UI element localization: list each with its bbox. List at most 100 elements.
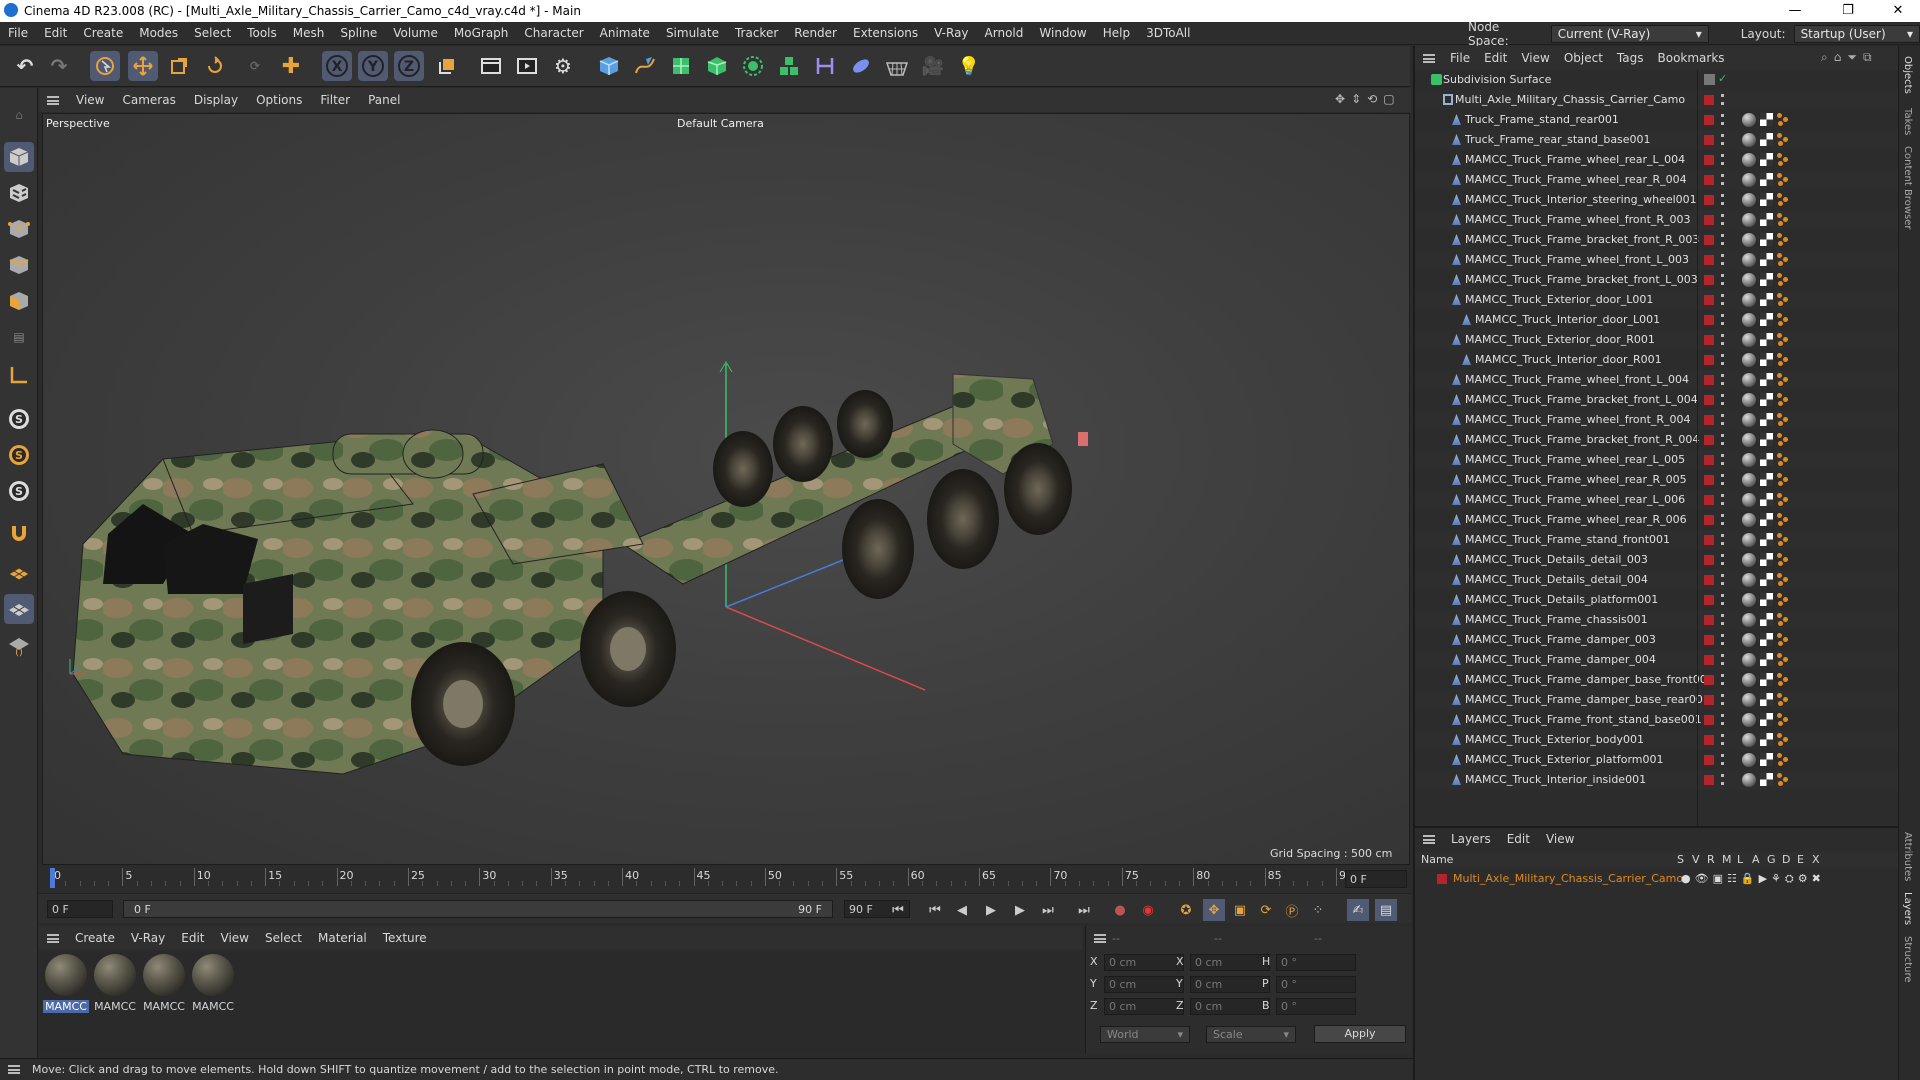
texture-tag-icon[interactable]: [1760, 713, 1773, 726]
material-tag-icon[interactable]: [1742, 173, 1756, 187]
material-tag-icon[interactable]: [1742, 293, 1756, 307]
texture-tag-icon[interactable]: [1760, 313, 1773, 326]
uv-mode-icon[interactable]: ▤: [4, 322, 34, 352]
vray-tag-icon[interactable]: [1777, 553, 1790, 566]
object-row[interactable]: MAMCC_Truck_Interior_door_R001: [1415, 350, 1900, 370]
layer-color-tag[interactable]: [1704, 295, 1714, 305]
object-row[interactable]: MAMCC_Truck_Frame_front_stand_base001: [1415, 710, 1900, 730]
scale-dropdown[interactable]: Scale ▾: [1206, 1026, 1296, 1043]
dolly-icon[interactable]: ⇕: [1351, 92, 1361, 108]
layer-color-tag[interactable]: [1704, 595, 1714, 605]
menu-create[interactable]: Create: [75, 26, 131, 40]
new-window-icon[interactable]: ⧉: [1863, 50, 1872, 65]
x-axis-lock-icon[interactable]: X: [322, 51, 352, 81]
tab-takes[interactable]: Takes: [1902, 108, 1913, 135]
model-mode-icon[interactable]: [4, 142, 34, 172]
texture-tag-icon[interactable]: [1760, 413, 1773, 426]
hamburger-menu-icon[interactable]: [8, 1065, 20, 1074]
home-icon[interactable]: ⌂: [1834, 50, 1842, 65]
object-row[interactable]: MAMCC_Truck_Interior_door_L001: [1415, 310, 1900, 330]
cloner-icon[interactable]: [738, 51, 768, 81]
texture-tag-icon[interactable]: [1760, 293, 1773, 306]
add-object-icon[interactable]: ✚: [276, 51, 306, 81]
object-menu-bookmarks[interactable]: Bookmarks: [1651, 51, 1732, 65]
object-row[interactable]: MAMCC_Truck_Exterior_door_L001: [1415, 290, 1900, 310]
checkmark-icon[interactable]: ✓: [1718, 72, 1727, 85]
vray-tag-icon[interactable]: [1777, 513, 1790, 526]
key-rotation-icon[interactable]: ⟳: [1255, 899, 1277, 921]
texture-tag-icon[interactable]: [1760, 213, 1773, 226]
object-row[interactable]: MAMCC_Truck_Exterior_body001: [1415, 730, 1900, 750]
menu-window[interactable]: Window: [1031, 26, 1094, 40]
visibility-dots-icon[interactable]: [1721, 214, 1724, 226]
layer-color-tag[interactable]: [1704, 115, 1714, 125]
texture-tag-icon[interactable]: [1760, 653, 1773, 666]
layout-dropdown[interactable]: Startup (User) ▾: [1793, 24, 1920, 43]
menu-volume[interactable]: Volume: [385, 26, 446, 40]
floor-scene-icon[interactable]: [882, 51, 912, 81]
visibility-dots-icon[interactable]: [1721, 494, 1724, 506]
material-tag-icon[interactable]: [1742, 233, 1756, 247]
undo-icon[interactable]: ↶: [10, 51, 40, 81]
coord-value-field[interactable]: 0 cm: [1190, 976, 1270, 993]
key-position-icon[interactable]: ✥: [1203, 899, 1225, 921]
texture-tag-icon[interactable]: [1760, 133, 1773, 146]
timeline-window-icon[interactable]: ▤: [1375, 899, 1397, 921]
vray-tag-icon[interactable]: [1777, 633, 1790, 646]
material-tag-icon[interactable]: [1742, 453, 1756, 467]
expressions-icon[interactable]: ⚙: [1798, 872, 1808, 886]
scale-tool-icon[interactable]: [164, 51, 194, 81]
vray-tag-icon[interactable]: [1777, 333, 1790, 346]
visibility-dots-icon[interactable]: [1721, 454, 1724, 466]
vray-tag-icon[interactable]: [1777, 493, 1790, 506]
viewport-menu-filter[interactable]: Filter: [311, 93, 359, 107]
lock-icon[interactable]: 🔒: [1741, 872, 1755, 886]
next-key-icon[interactable]: ⏭: [1037, 899, 1059, 921]
texture-tag-icon[interactable]: [1760, 253, 1773, 266]
layer-color-tag[interactable]: [1704, 395, 1714, 405]
quantize-icon[interactable]: S: [4, 476, 34, 506]
vray-tag-icon[interactable]: [1777, 173, 1790, 186]
object-row-root[interactable]: Subdivision Surface ✓: [1415, 70, 1900, 90]
mograph-cubes-icon[interactable]: [774, 51, 804, 81]
layer-color-tag[interactable]: [1704, 175, 1714, 185]
visibility-dots-icon[interactable]: [1721, 514, 1724, 526]
xref-icon[interactable]: ✖: [1812, 872, 1821, 886]
visibility-dots-icon[interactable]: [1721, 354, 1724, 366]
object-row[interactable]: MAMCC_Truck_Interior_inside001: [1415, 770, 1900, 790]
menu-spline[interactable]: Spline: [332, 26, 385, 40]
texture-tag-icon[interactable]: [1760, 173, 1773, 186]
layer-color-tag[interactable]: [1704, 475, 1714, 485]
pan-icon[interactable]: ✥: [1335, 92, 1345, 108]
vray-tag-icon[interactable]: [1777, 253, 1790, 266]
menu-mesh[interactable]: Mesh: [285, 26, 333, 40]
visibility-dots-icon[interactable]: [1721, 774, 1724, 786]
material-tag-icon[interactable]: [1742, 673, 1756, 687]
object-row[interactable]: MAMCC_Truck_Frame_damper_base_rear001: [1415, 690, 1900, 710]
texture-tag-icon[interactable]: [1760, 353, 1773, 366]
menu-vray[interactable]: V-Ray: [926, 26, 976, 40]
visibility-dots-icon[interactable]: [1721, 334, 1724, 346]
material-tag-icon[interactable]: [1742, 333, 1756, 347]
object-row[interactable]: MAMCC_Truck_Frame_damper_003: [1415, 630, 1900, 650]
object-row[interactable]: MAMCC_Truck_Frame_bracket_front_R_004: [1415, 430, 1900, 450]
object-row[interactable]: MAMCC_Truck_Frame_chassis001: [1415, 610, 1900, 630]
visibility-dots-icon[interactable]: [1721, 254, 1724, 266]
material-tag-icon[interactable]: [1742, 513, 1756, 527]
vray-tag-icon[interactable]: [1777, 233, 1790, 246]
texture-tag-icon[interactable]: [1760, 153, 1773, 166]
previous-key-icon[interactable]: ⏮: [924, 899, 946, 921]
material-menu-texture[interactable]: Texture: [375, 931, 435, 945]
material-menu-view[interactable]: View: [213, 931, 257, 945]
object-row[interactable]: MAMCC_Truck_Frame_wheel_front_L_004: [1415, 370, 1900, 390]
vray-tag-icon[interactable]: [1777, 193, 1790, 206]
material-tag-icon[interactable]: [1742, 273, 1756, 287]
material-tag-icon[interactable]: [1742, 133, 1756, 147]
menu-tools[interactable]: Tools: [239, 26, 285, 40]
tab-content-browser[interactable]: Content Browser: [1902, 146, 1913, 229]
visibility-dots-icon[interactable]: [1721, 194, 1724, 206]
object-row[interactable]: MAMCC_Truck_Frame_wheel_rear_R_006: [1415, 510, 1900, 530]
layer-color-tag[interactable]: [1704, 355, 1714, 365]
texture-tag-icon[interactable]: [1760, 373, 1773, 386]
render-view-icon[interactable]: [476, 51, 506, 81]
